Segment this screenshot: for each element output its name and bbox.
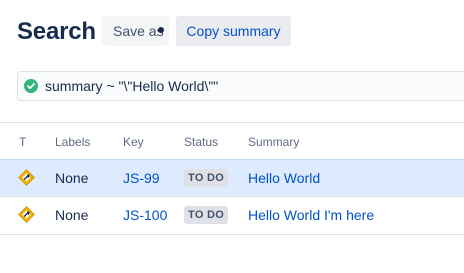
issue-type-icon (18, 206, 35, 223)
column-header-summary[interactable]: Summary (248, 135, 299, 149)
issue-key-link[interactable]: JS-99 (123, 170, 160, 186)
jql-search-input[interactable]: summary ~ "\"Hello World\"" (17, 71, 464, 101)
jql-query-text: summary ~ "\"Hello World\"" (45, 78, 219, 94)
column-header-status[interactable]: Status (184, 135, 218, 149)
table-row[interactable]: None JS-99 TO DO Hello World (0, 159, 464, 196)
unsaved-indicator-icon (158, 27, 164, 33)
labels-cell: None (55, 207, 89, 223)
labels-cell: None (55, 170, 89, 186)
summary-link[interactable]: Hello World I'm here (248, 207, 374, 223)
column-header-labels[interactable]: Labels (55, 135, 90, 149)
status-badge: TO DO (184, 169, 229, 187)
table-top-divider (0, 122, 464, 123)
column-header-key[interactable]: Key (123, 135, 144, 149)
page-title: Search (17, 18, 96, 45)
save-as-label: Save as (113, 23, 164, 39)
table-row[interactable]: None JS-100 TO DO Hello World I'm here (0, 196, 464, 235)
status-badge: TO DO (184, 206, 229, 224)
valid-query-check-icon (24, 79, 38, 93)
save-as-button[interactable]: Save as (102, 16, 169, 46)
copy-summary-button[interactable]: Copy summary (176, 16, 291, 46)
issue-key-link[interactable]: JS-100 (123, 207, 167, 223)
column-header-type[interactable]: T (19, 135, 26, 149)
issue-type-icon (18, 169, 35, 186)
summary-link[interactable]: Hello World (248, 170, 320, 186)
